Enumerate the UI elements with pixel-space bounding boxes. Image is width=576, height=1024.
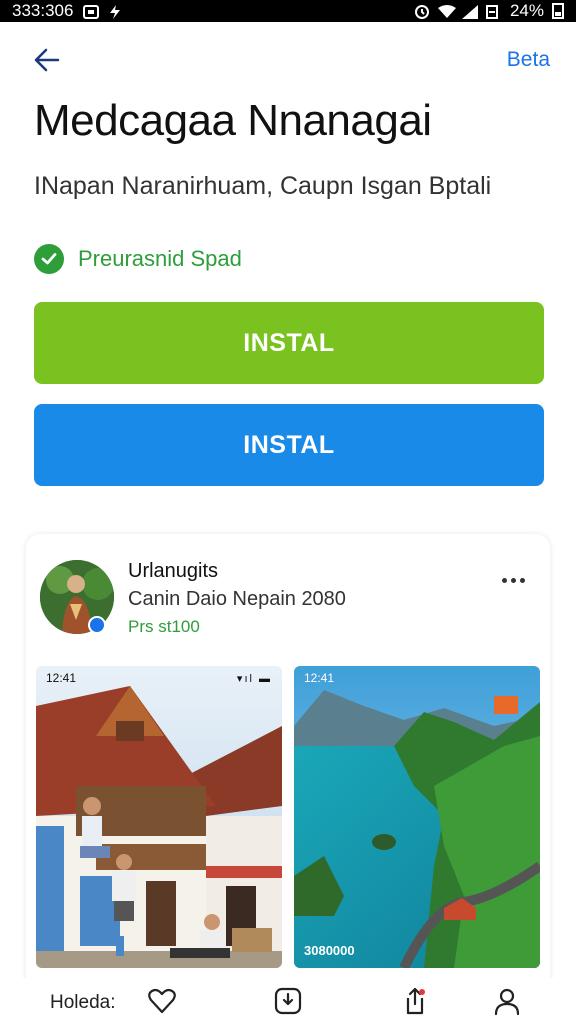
bottom-navigation: Holeda: — [0, 978, 576, 1024]
download-icon[interactable] — [273, 986, 303, 1016]
data-icon — [485, 4, 502, 19]
install-button-primary[interactable]: INSTAL — [34, 302, 544, 384]
verified-label: Preurasnid Spad — [78, 246, 242, 271]
app-subtitle: INapan Naranirhuam, Caupn Isgan Bptali — [34, 172, 492, 200]
wifi-icon — [437, 4, 456, 18]
battery-icon — [552, 3, 564, 19]
screenshot-status-icons: ▾ıl ▬ — [236, 672, 272, 685]
screenshot-icon — [83, 4, 100, 19]
profile-icon[interactable] — [492, 986, 522, 1016]
developer-price: Prs st100 — [128, 617, 200, 636]
developer-name[interactable]: Urlanugits — [128, 560, 218, 583]
app-title: Medcagaa Nnanagai — [34, 96, 432, 145]
check-circle-icon — [34, 244, 64, 274]
developer-meta: Canin Daio Nepain 2080 — [128, 588, 346, 610]
app-screenshot-2[interactable]: 12:41 3080000 — [294, 666, 540, 968]
verified-badge: Preurasnid Spad — [34, 244, 242, 274]
top-navigation: Beta — [0, 40, 576, 80]
beta-link[interactable]: Beta — [507, 48, 550, 72]
signal-icon — [461, 4, 478, 19]
heart-icon[interactable] — [147, 986, 177, 1016]
screenshot-status-bar: 12:41 ▾ıl ▬ — [36, 666, 282, 690]
app-screenshot-1[interactable]: 12:41 ▾ıl ▬ — [36, 666, 282, 968]
status-time: 333:306 — [12, 1, 74, 20]
more-options-icon[interactable] — [502, 570, 532, 590]
battery-percentage: 24% — [509, 1, 544, 20]
screenshot-time: 12:41 — [304, 671, 335, 685]
bottom-label: Holeda: — [50, 992, 116, 1013]
status-bar: 333:306 24% — [0, 0, 576, 22]
alarm-icon — [414, 4, 430, 19]
back-arrow-icon[interactable] — [30, 42, 66, 78]
screenshot-caption: 3080000 — [304, 943, 355, 958]
screenshot-status-bar: 12:41 — [294, 666, 540, 690]
screenshot-time: 12:41 — [46, 671, 77, 685]
share-icon[interactable] — [400, 986, 430, 1016]
avatar-verified-icon — [88, 616, 106, 634]
install-button-secondary[interactable]: INSTAL — [34, 404, 544, 486]
flash-icon — [109, 4, 125, 19]
